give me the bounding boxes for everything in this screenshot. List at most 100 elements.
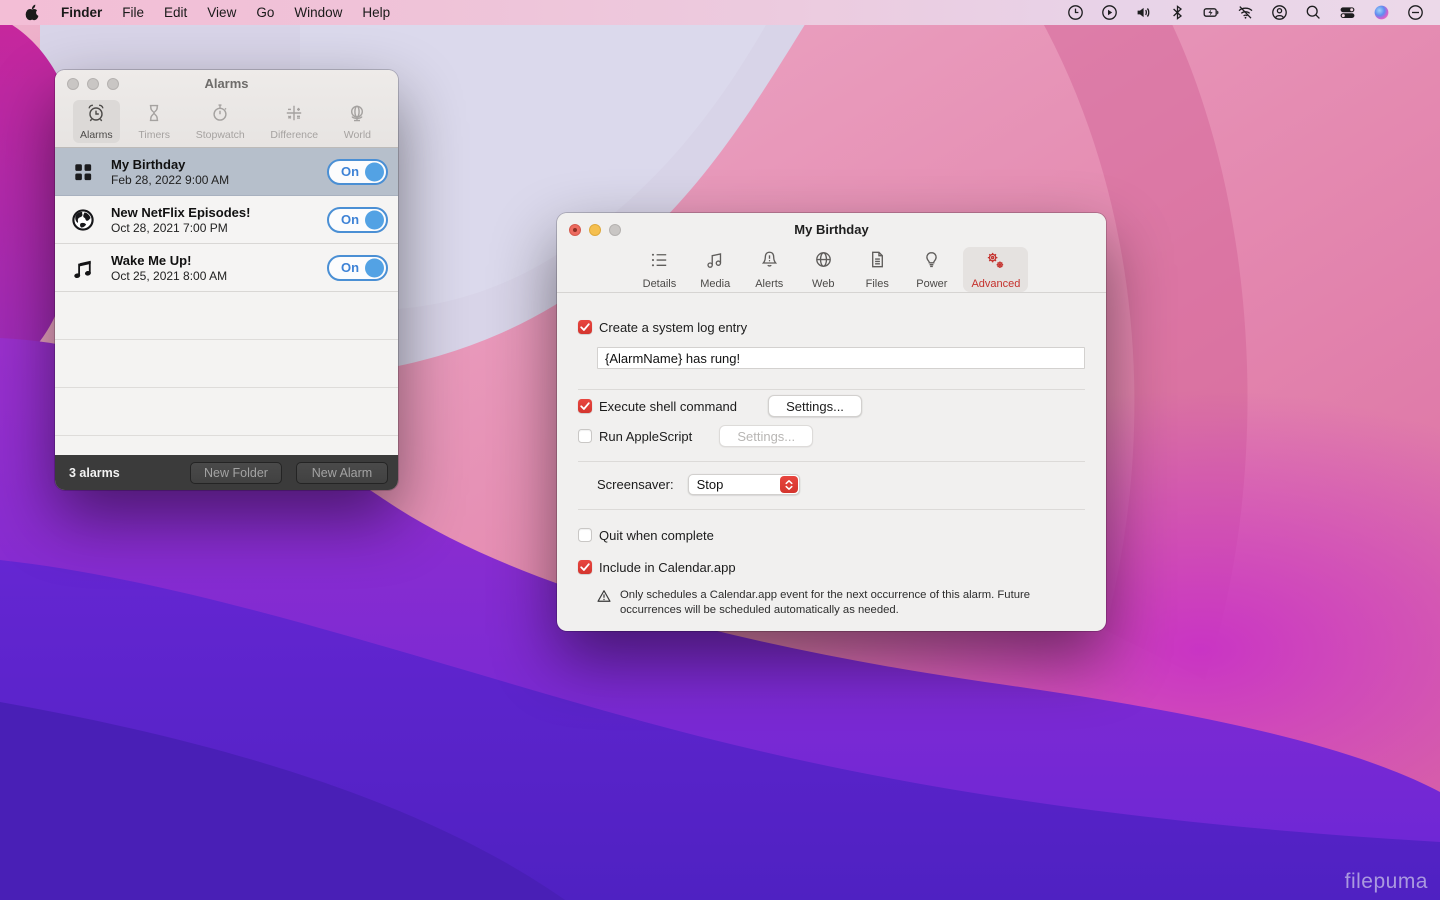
separator — [578, 461, 1085, 462]
tab-media[interactable]: Media — [692, 247, 738, 292]
empty-list-fill — [55, 436, 398, 453]
grid-icon — [55, 161, 111, 183]
menu-edit[interactable]: Edit — [154, 0, 197, 25]
close-button[interactable] — [67, 78, 79, 90]
tab-world[interactable]: World — [337, 100, 378, 143]
menu-bar-left: Finder File Edit View Go Window Help — [0, 0, 400, 25]
tab-web[interactable]: Web — [800, 247, 846, 292]
menu-go[interactable]: Go — [246, 0, 284, 25]
menu-window[interactable]: Window — [284, 0, 352, 25]
zoom-button[interactable] — [107, 78, 119, 90]
settings-titlebar[interactable]: My Birthday — [557, 213, 1106, 246]
tab-difference[interactable]: Difference — [263, 100, 325, 143]
empty-list-row — [55, 340, 398, 388]
alarm-list: My Birthday Feb 28, 2022 9:00 AM On New … — [55, 148, 398, 453]
toggle-knob — [365, 162, 384, 181]
user-icon[interactable] — [1271, 4, 1288, 21]
footer-buttons: New Folder New Alarm — [176, 461, 388, 484]
alarms-titlebar[interactable]: Alarms — [55, 70, 398, 98]
shell-command-label: Execute shell command — [599, 398, 738, 414]
control-center-icon[interactable] — [1339, 4, 1356, 21]
applescript-row: Run AppleScript Settings... — [578, 425, 1085, 447]
calendar-row: Include in Calendar.app — [578, 559, 1085, 575]
document-icon — [866, 249, 889, 277]
alarm-text: New NetFlix Episodes! Oct 28, 2021 7:00 … — [111, 205, 250, 235]
shell-settings-button[interactable]: Settings... — [768, 395, 863, 417]
menu-file[interactable]: File — [112, 0, 154, 25]
tab-power[interactable]: Power — [908, 247, 955, 292]
tab-files[interactable]: Files — [854, 247, 900, 292]
close-button[interactable] — [569, 223, 581, 236]
apple-logo-icon — [24, 4, 41, 21]
lightbulb-icon — [920, 249, 943, 277]
screensaver-label: Screensaver: — [597, 477, 674, 492]
tab-web-label: Web — [812, 277, 835, 290]
advanced-pane: Create a system log entry Execute shell … — [557, 293, 1106, 619]
alarms-footer-bar: 3 alarms New Folder New Alarm — [55, 455, 398, 490]
minimize-button[interactable] — [87, 78, 99, 90]
menu-bar-status-area — [1067, 4, 1440, 21]
alarm-toggle[interactable]: On — [327, 254, 388, 281]
minimize-button[interactable] — [589, 223, 601, 236]
applescript-label: Run AppleScript — [599, 428, 693, 444]
tab-difference-label: Difference — [270, 129, 319, 141]
search-icon[interactable] — [1305, 4, 1322, 21]
alarm-row-wake-me-up[interactable]: Wake Me Up! Oct 25, 2021 8:00 AM On — [55, 244, 398, 292]
wifi-off-icon[interactable] — [1237, 4, 1254, 21]
tab-alarms[interactable]: Alarms — [73, 100, 120, 143]
log-message-field[interactable] — [597, 347, 1085, 369]
screensaver-row: Screensaver: Stop — [597, 474, 1085, 495]
menu-help[interactable]: Help — [352, 0, 400, 25]
tab-files-label: Files — [865, 277, 889, 290]
toggle-knob — [365, 210, 384, 229]
play-icon[interactable] — [1101, 4, 1118, 21]
alarm-text: My Birthday Feb 28, 2022 9:00 AM — [111, 157, 229, 187]
tab-power-label: Power — [916, 277, 948, 290]
applescript-settings-button[interactable]: Settings... — [719, 425, 814, 447]
tab-stopwatch[interactable]: Stopwatch — [189, 100, 252, 143]
siri-icon[interactable] — [1373, 4, 1390, 21]
alarm-row-netflix[interactable]: New NetFlix Episodes! Oct 28, 2021 7:00 … — [55, 196, 398, 244]
zoom-button[interactable] — [609, 223, 621, 236]
clock-icon[interactable] — [1067, 4, 1084, 21]
tab-advanced[interactable]: Advanced — [963, 247, 1029, 292]
quit-checkbox[interactable] — [578, 528, 592, 542]
shell-command-checkbox[interactable] — [578, 399, 592, 413]
alarm-toggle[interactable]: On — [327, 206, 388, 233]
do-not-disturb-icon[interactable] — [1407, 4, 1424, 21]
menu-view[interactable]: View — [197, 0, 246, 25]
list-icon — [648, 249, 671, 277]
tab-timers[interactable]: Timers — [131, 100, 177, 143]
new-alarm-button[interactable]: New Alarm — [296, 461, 388, 484]
alarm-datetime: Oct 28, 2021 7:00 PM — [111, 220, 228, 235]
traffic-lights — [67, 78, 119, 90]
alarm-title: New NetFlix Episodes! — [111, 204, 251, 220]
bluetooth-icon[interactable] — [1169, 4, 1186, 21]
separator — [578, 389, 1085, 390]
calendar-warning: Only schedules a Calendar.app event for … — [597, 588, 1085, 619]
toggle-label: On — [341, 212, 360, 227]
menu-app-name[interactable]: Finder — [51, 0, 112, 25]
new-folder-button[interactable]: New Folder — [190, 461, 282, 484]
tab-alerts-label: Alerts — [755, 277, 784, 290]
bell-icon — [758, 249, 781, 277]
math-difference-icon — [284, 103, 304, 128]
screensaver-popup[interactable]: Stop — [687, 474, 800, 495]
separator — [578, 509, 1085, 510]
world-globe-icon — [347, 103, 367, 128]
battery-charging-icon[interactable] — [1203, 4, 1220, 21]
traffic-lights — [569, 223, 621, 236]
tab-details[interactable]: Details — [635, 247, 685, 292]
volume-icon[interactable] — [1135, 4, 1152, 21]
tab-timers-label: Timers — [138, 129, 171, 141]
apple-menu[interactable] — [14, 0, 51, 25]
log-entry-checkbox[interactable] — [578, 320, 592, 334]
applescript-checkbox[interactable] — [578, 429, 592, 443]
alarm-toggle[interactable]: On — [327, 158, 388, 185]
tab-alerts[interactable]: Alerts — [746, 247, 792, 292]
window-title: My Birthday — [794, 222, 869, 237]
tab-alarms-label: Alarms — [80, 129, 113, 141]
alarms-window: Alarms Alarms Timers Stopwatch Differenc… — [55, 70, 398, 490]
calendar-checkbox[interactable] — [578, 560, 592, 574]
alarm-row-my-birthday[interactable]: My Birthday Feb 28, 2022 9:00 AM On — [55, 148, 398, 196]
